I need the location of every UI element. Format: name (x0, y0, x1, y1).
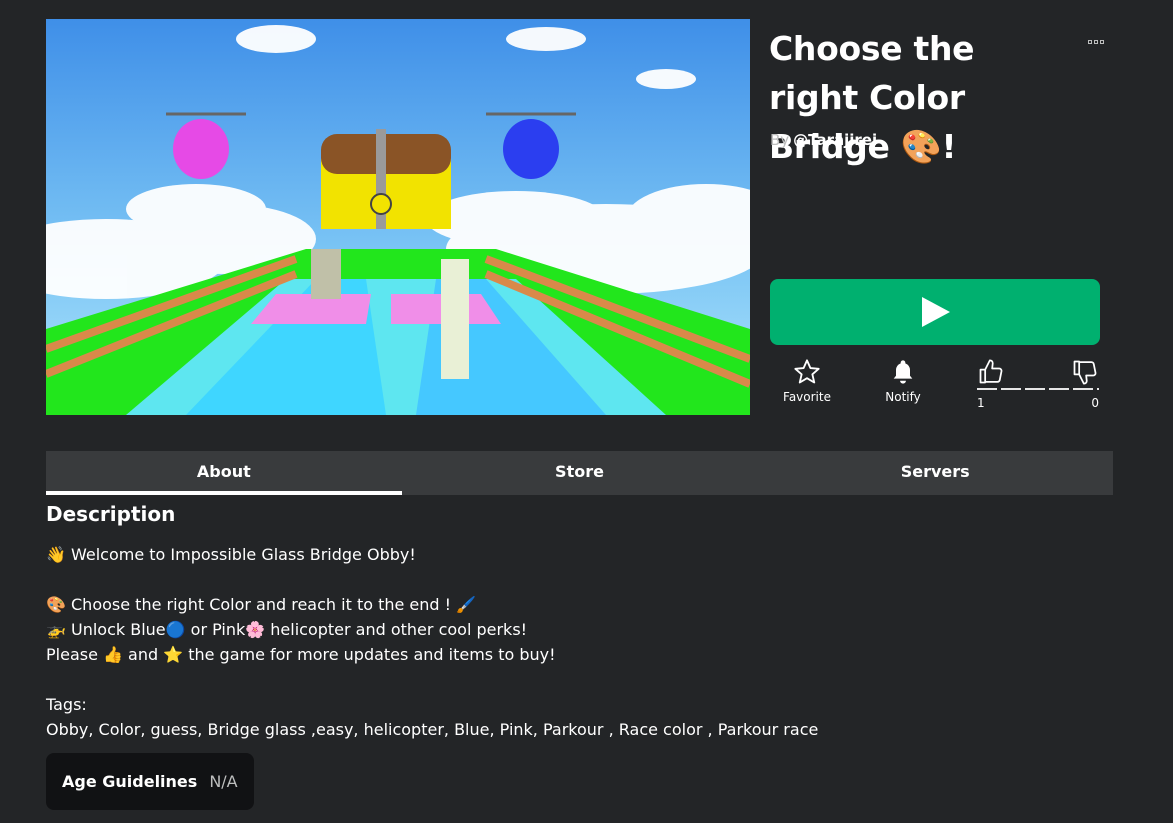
star-icon (794, 359, 820, 384)
favorite-button[interactable]: Favorite (772, 358, 842, 404)
vote-ratio-bar (977, 388, 1099, 390)
more-dot (1094, 40, 1098, 44)
tab-servers[interactable]: Servers (757, 451, 1113, 495)
play-icon (922, 297, 950, 327)
age-guidelines-value: N/A (209, 772, 238, 791)
description-line: Please 👍 and ⭐ the game for more updates… (46, 645, 556, 664)
bell-icon (893, 360, 913, 384)
by-label: By (770, 131, 790, 149)
description-line: 🎨 Choose the right Color and reach it to… (46, 595, 477, 614)
favorite-label: Favorite (783, 390, 831, 404)
thumbs-down-icon[interactable] (1071, 358, 1099, 386)
thumbs-up-icon[interactable] (977, 358, 1005, 386)
description-line: Obby, Color, guess, Bridge glass ,easy, … (46, 720, 819, 739)
creator-line: By @Tarajirei (770, 131, 877, 149)
description-line: 🚁 Unlock Blue🔵 or Pink🌸 helicopter and o… (46, 620, 528, 639)
tab-about[interactable]: About (46, 451, 402, 495)
notify-label: Notify (885, 390, 921, 404)
description-heading: Description (46, 502, 176, 526)
description-line: 👋 Welcome to Impossible Glass Bridge Obb… (46, 545, 416, 564)
description-line (46, 667, 1106, 692)
downvote-count: 0 (1091, 396, 1099, 410)
upvote-count: 1 (977, 396, 985, 410)
play-button[interactable] (770, 279, 1100, 345)
more-dot (1088, 40, 1092, 44)
creator-link[interactable]: @Tarajirei (793, 131, 877, 149)
description-line (46, 567, 1106, 592)
more-dot (1100, 40, 1104, 44)
notify-button[interactable]: Notify (868, 358, 938, 404)
description-body: 👋 Welcome to Impossible Glass Bridge Obb… (46, 542, 1106, 742)
age-guidelines-label: Age Guidelines (62, 772, 198, 791)
more-options-icon[interactable] (1085, 36, 1107, 48)
thumbnail-scene (46, 19, 750, 415)
tab-store[interactable]: Store (402, 451, 758, 495)
vote-section: 1 0 (977, 358, 1099, 418)
tab-bar: About Store Servers (46, 451, 1113, 495)
game-thumbnail (46, 19, 750, 415)
description-line: Tags: (46, 695, 87, 714)
age-guidelines: Age Guidelines N/A (46, 753, 254, 810)
